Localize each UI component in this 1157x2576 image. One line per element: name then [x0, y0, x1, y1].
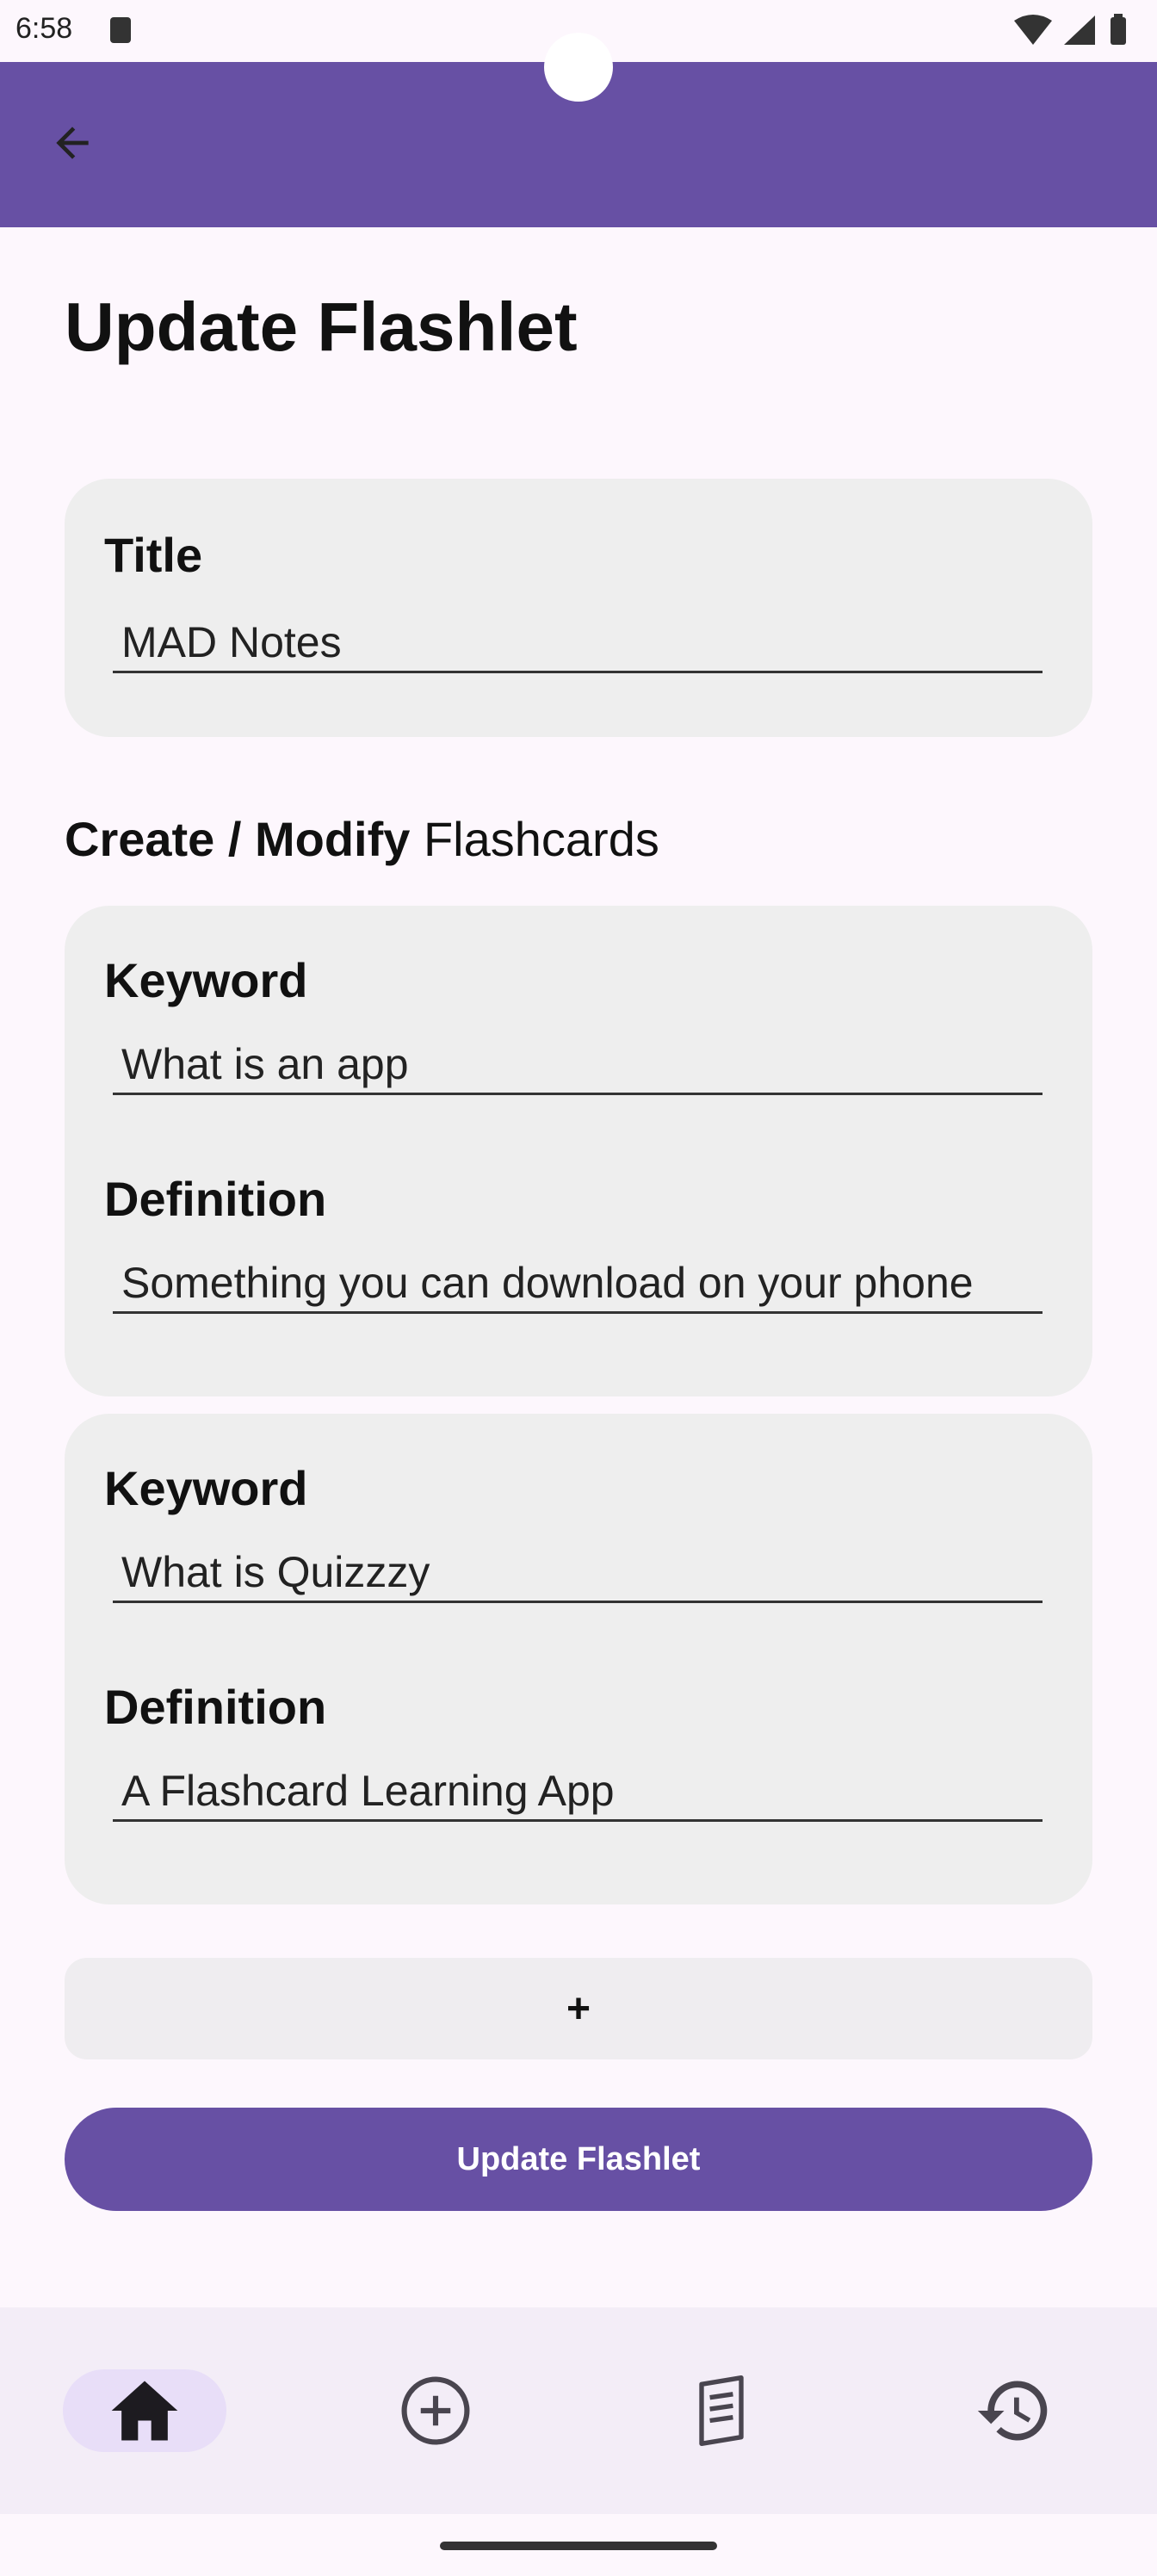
page-title: Update Flashlet [65, 288, 578, 365]
camera-cutout [544, 33, 613, 102]
nav-create[interactable] [394, 2369, 477, 2452]
status-time: 6:58 [15, 12, 73, 45]
nav-history[interactable] [973, 2369, 1055, 2452]
arrow-back-icon [56, 127, 89, 159]
keyword-input[interactable] [113, 1543, 1043, 1603]
title-label: Title [104, 528, 203, 582]
cellular-icon [1064, 15, 1095, 45]
battery-icon [1111, 17, 1126, 45]
home-icon [111, 2381, 178, 2441]
library-icon [699, 2375, 744, 2447]
sd-card-icon [110, 17, 131, 43]
flashcard-item: Keyword Definition [65, 906, 1092, 1396]
definition-label: Definition [104, 1680, 327, 1734]
add-circle-icon [401, 2376, 470, 2445]
bottom-navigation [0, 2307, 1157, 2514]
nav-library[interactable] [680, 2369, 763, 2452]
keyword-label: Keyword [104, 1461, 308, 1515]
signal-battery-icons [1014, 14, 1126, 45]
back-button[interactable] [38, 108, 107, 177]
nav-home[interactable] [63, 2369, 226, 2452]
gesture-navigation-bar[interactable] [440, 2542, 717, 2550]
title-input[interactable] [113, 613, 1043, 673]
status-icons [1009, 12, 1138, 50]
wifi-icon [1014, 15, 1052, 45]
flashcards-heading-regular: Flashcards [410, 812, 659, 866]
definition-label: Definition [104, 1172, 327, 1226]
definition-input[interactable] [113, 1254, 1043, 1314]
title-card: Title [65, 479, 1092, 737]
update-flashlet-button[interactable]: Update Flashlet [65, 2108, 1092, 2211]
add-flashcard-button[interactable]: + [65, 1958, 1092, 2059]
keyword-input[interactable] [113, 1035, 1043, 1095]
definition-input[interactable] [113, 1762, 1043, 1822]
flashcards-heading-bold: Create / Modify [65, 812, 411, 866]
flashcard-item: Keyword Definition [65, 1414, 1092, 1904]
history-icon [977, 2381, 1048, 2441]
keyword-label: Keyword [104, 953, 308, 1007]
flashcards-heading: Create / Modify Flashcards [65, 811, 659, 867]
